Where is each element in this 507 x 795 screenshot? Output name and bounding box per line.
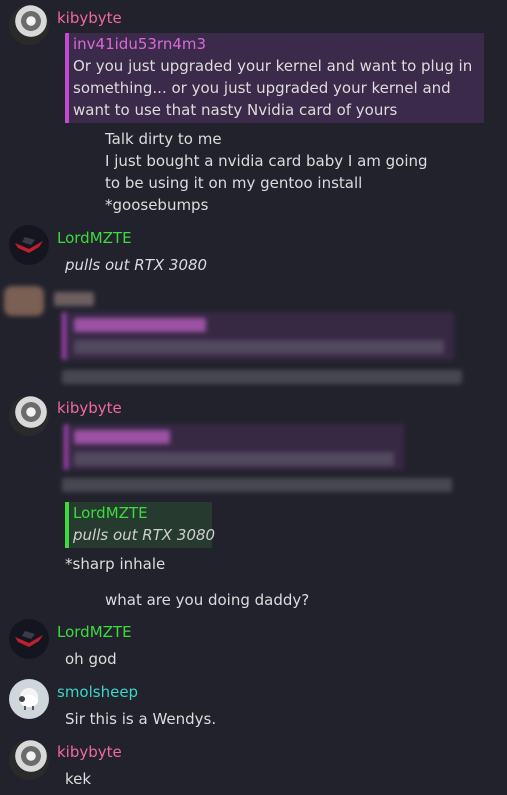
reply-quote[interactable]: inv41idu53rn4m3 Or you just upgraded you… [65, 33, 484, 123]
reply-author[interactable]: inv41idu53rn4m3 [69, 33, 484, 55]
smolsheep-avatar[interactable] [9, 679, 49, 719]
reply-quote[interactable]: LordMZTE pulls out RTX 3080 [65, 502, 216, 548]
message-line: oh god [65, 650, 117, 668]
lordmzte-avatar[interactable] [9, 225, 49, 265]
reply-line: something... or you just upgraded your k… [73, 79, 451, 97]
redacted-message [0, 282, 507, 392]
kibybyte-avatar[interactable] [9, 5, 49, 45]
message-line: *sharp inhale [65, 555, 166, 573]
redacted-reply [0, 420, 507, 500]
message-line: to be using it on my gentoo install [105, 174, 363, 192]
sheep-icon [19, 695, 38, 710]
message-line: Sir this is a Wendys. [65, 710, 217, 728]
message-line: kek [65, 770, 92, 788]
author-name[interactable]: LordMZTE [57, 622, 132, 642]
author-name[interactable]: kibybyte [57, 742, 122, 762]
reply-line: Or you just upgraded your kernel and wan… [73, 57, 473, 75]
message-line: pulls out RTX 3080 [65, 256, 208, 274]
author-name[interactable]: kibybyte [57, 8, 122, 28]
message-line: I just bought a nvidia card baby I am go… [105, 152, 428, 170]
kibybyte-avatar[interactable] [9, 740, 49, 780]
author-name[interactable]: LordMZTE [57, 228, 132, 248]
red-logo-icon [15, 237, 43, 253]
author-name[interactable]: smolsheep [57, 682, 138, 702]
reply-line: want to use that nasty Nvidia card of yo… [73, 101, 398, 119]
reply-line: pulls out RTX 3080 [73, 526, 216, 544]
message-line: what are you doing daddy? [105, 591, 310, 609]
author-name[interactable]: kibybyte [57, 398, 122, 418]
lordmzte-avatar[interactable] [9, 619, 49, 659]
reply-author[interactable]: LordMZTE [69, 502, 212, 524]
message-line: Talk dirty to me [105, 130, 222, 148]
message-line: *goosebumps [105, 196, 209, 214]
red-logo-icon [15, 631, 43, 647]
